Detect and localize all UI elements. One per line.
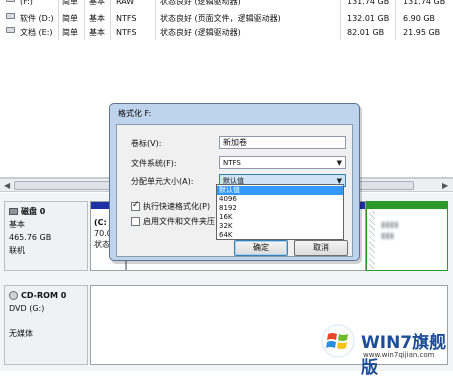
partition-e[interactable]: ▮▮▮▮ ▮▮▮ (366, 201, 448, 271)
volume-status: 状态良好 (逻辑驱动器) (160, 28, 241, 37)
quick-format-option[interactable]: ✓ 执行快速格式化(P) (131, 200, 211, 212)
volume-layout: 简单 (62, 14, 78, 23)
volume-type: 基本 (89, 14, 105, 23)
drive-icon (6, 13, 15, 19)
alloc-option[interactable]: 64K (217, 231, 343, 240)
dialog-title: 格式化 F: (118, 109, 152, 118)
volume-capacity: 131.74 GB (347, 0, 390, 6)
volume-fs: NTFS (116, 14, 137, 23)
chevron-down-icon: ▼ (336, 159, 342, 167)
volume-free: 131.74 GB (403, 0, 446, 6)
compression-checkbox[interactable] (131, 217, 140, 226)
volume-capacity: 132.01 GB (347, 14, 390, 23)
windows-logo-icon (321, 324, 355, 358)
alloc-option[interactable]: 8192 (217, 204, 343, 213)
volume-status: 状态良好 (逻辑驱动器) (160, 0, 241, 6)
disk-0-size: 465.76 GB (9, 233, 52, 242)
volume-label-input[interactable]: 新加卷 (219, 136, 346, 149)
alloc-option[interactable]: 4096 (217, 195, 343, 204)
quick-format-checkbox[interactable]: ✓ (131, 200, 140, 211)
volume-type: 基本 (89, 0, 105, 6)
fs-value: NTFS (223, 159, 241, 167)
drive-icon (6, 27, 15, 33)
volume-free: 21.95 GB (403, 28, 441, 37)
volume-label-caption: 卷标(V): (131, 139, 162, 148)
volume-layout: 简单 (62, 28, 78, 37)
volume-type: 基本 (89, 28, 105, 37)
drive-icon (6, 0, 15, 2)
disk-0-type: 基本 (9, 220, 25, 229)
volume-status: 状态良好 (页面文件，逻辑驱动器) (160, 14, 281, 23)
check-icon: ✓ (132, 200, 140, 210)
fs-caption: 文件系统(F): (131, 159, 177, 168)
cd-icon (9, 291, 18, 300)
volume-fs: NTFS (116, 28, 137, 37)
cancel-button[interactable]: 取消 (294, 240, 348, 256)
scroll-left-icon[interactable]: ◀ (4, 181, 10, 190)
disk-0-state: 联机 (9, 246, 25, 255)
alloc-option[interactable]: 32K (217, 222, 343, 231)
fs-select[interactable]: NTFS ▼ (219, 156, 346, 169)
alloc-dropdown-list[interactable]: 默认值 4096 8192 16K 32K 64K (216, 184, 344, 240)
cdrom-0-drive: DVD (G:) (9, 304, 45, 313)
volume-layout: 简单 (62, 0, 78, 6)
volume-name: (F:) (20, 0, 33, 6)
disk-icon (9, 208, 18, 215)
cdrom-0-state: 无媒体 (9, 329, 33, 338)
compression-label: 启用文件和文件夹压 (143, 217, 215, 226)
volume-name: 软件 (D:) (20, 14, 54, 23)
volume-fs: RAW (116, 0, 135, 6)
cdrom-0-title: CD-ROM 0 (21, 291, 67, 300)
volume-row-e[interactable]: 文档 (E:) 简单 基本 NTFS 状态良好 (逻辑驱动器) 82.01 GB… (0, 27, 453, 39)
compression-option[interactable]: 启用文件和文件夹压 (131, 216, 215, 227)
ok-button[interactable]: 确定 (234, 240, 288, 256)
alloc-caption: 分配单元大小(A): (131, 177, 194, 186)
alloc-option[interactable]: 默认值 (217, 186, 343, 195)
cdrom-0-label[interactable]: CD-ROM 0 DVD (G:) 无媒体 (4, 285, 88, 365)
disk-0-title: 磁盘 0 (21, 207, 46, 216)
volume-row-f[interactable]: (F:) 简单 基本 RAW 状态良好 (逻辑驱动器) 131.74 GB 13… (0, 0, 453, 8)
volume-capacity: 82.01 GB (347, 28, 385, 37)
watermark: WIN7旗舰版 www.win7qijian.com (303, 316, 453, 378)
quick-format-label: 执行快速格式化(P) (143, 202, 211, 211)
watermark-url: www.win7qijian.com (363, 351, 435, 359)
volume-free: 6.90 GB (403, 14, 436, 23)
logical-partition-bar (367, 202, 447, 209)
alloc-option[interactable]: 16K (217, 213, 343, 222)
volume-row-d[interactable]: 软件 (D:) 简单 基本 NTFS 状态良好 (页面文件，逻辑驱动器) 132… (0, 13, 453, 25)
scroll-right-icon[interactable]: ▶ (442, 181, 448, 190)
volume-name: 文档 (E:) (20, 28, 53, 37)
disk-0-label[interactable]: 磁盘 0 基本 465.76 GB 联机 (4, 201, 88, 271)
